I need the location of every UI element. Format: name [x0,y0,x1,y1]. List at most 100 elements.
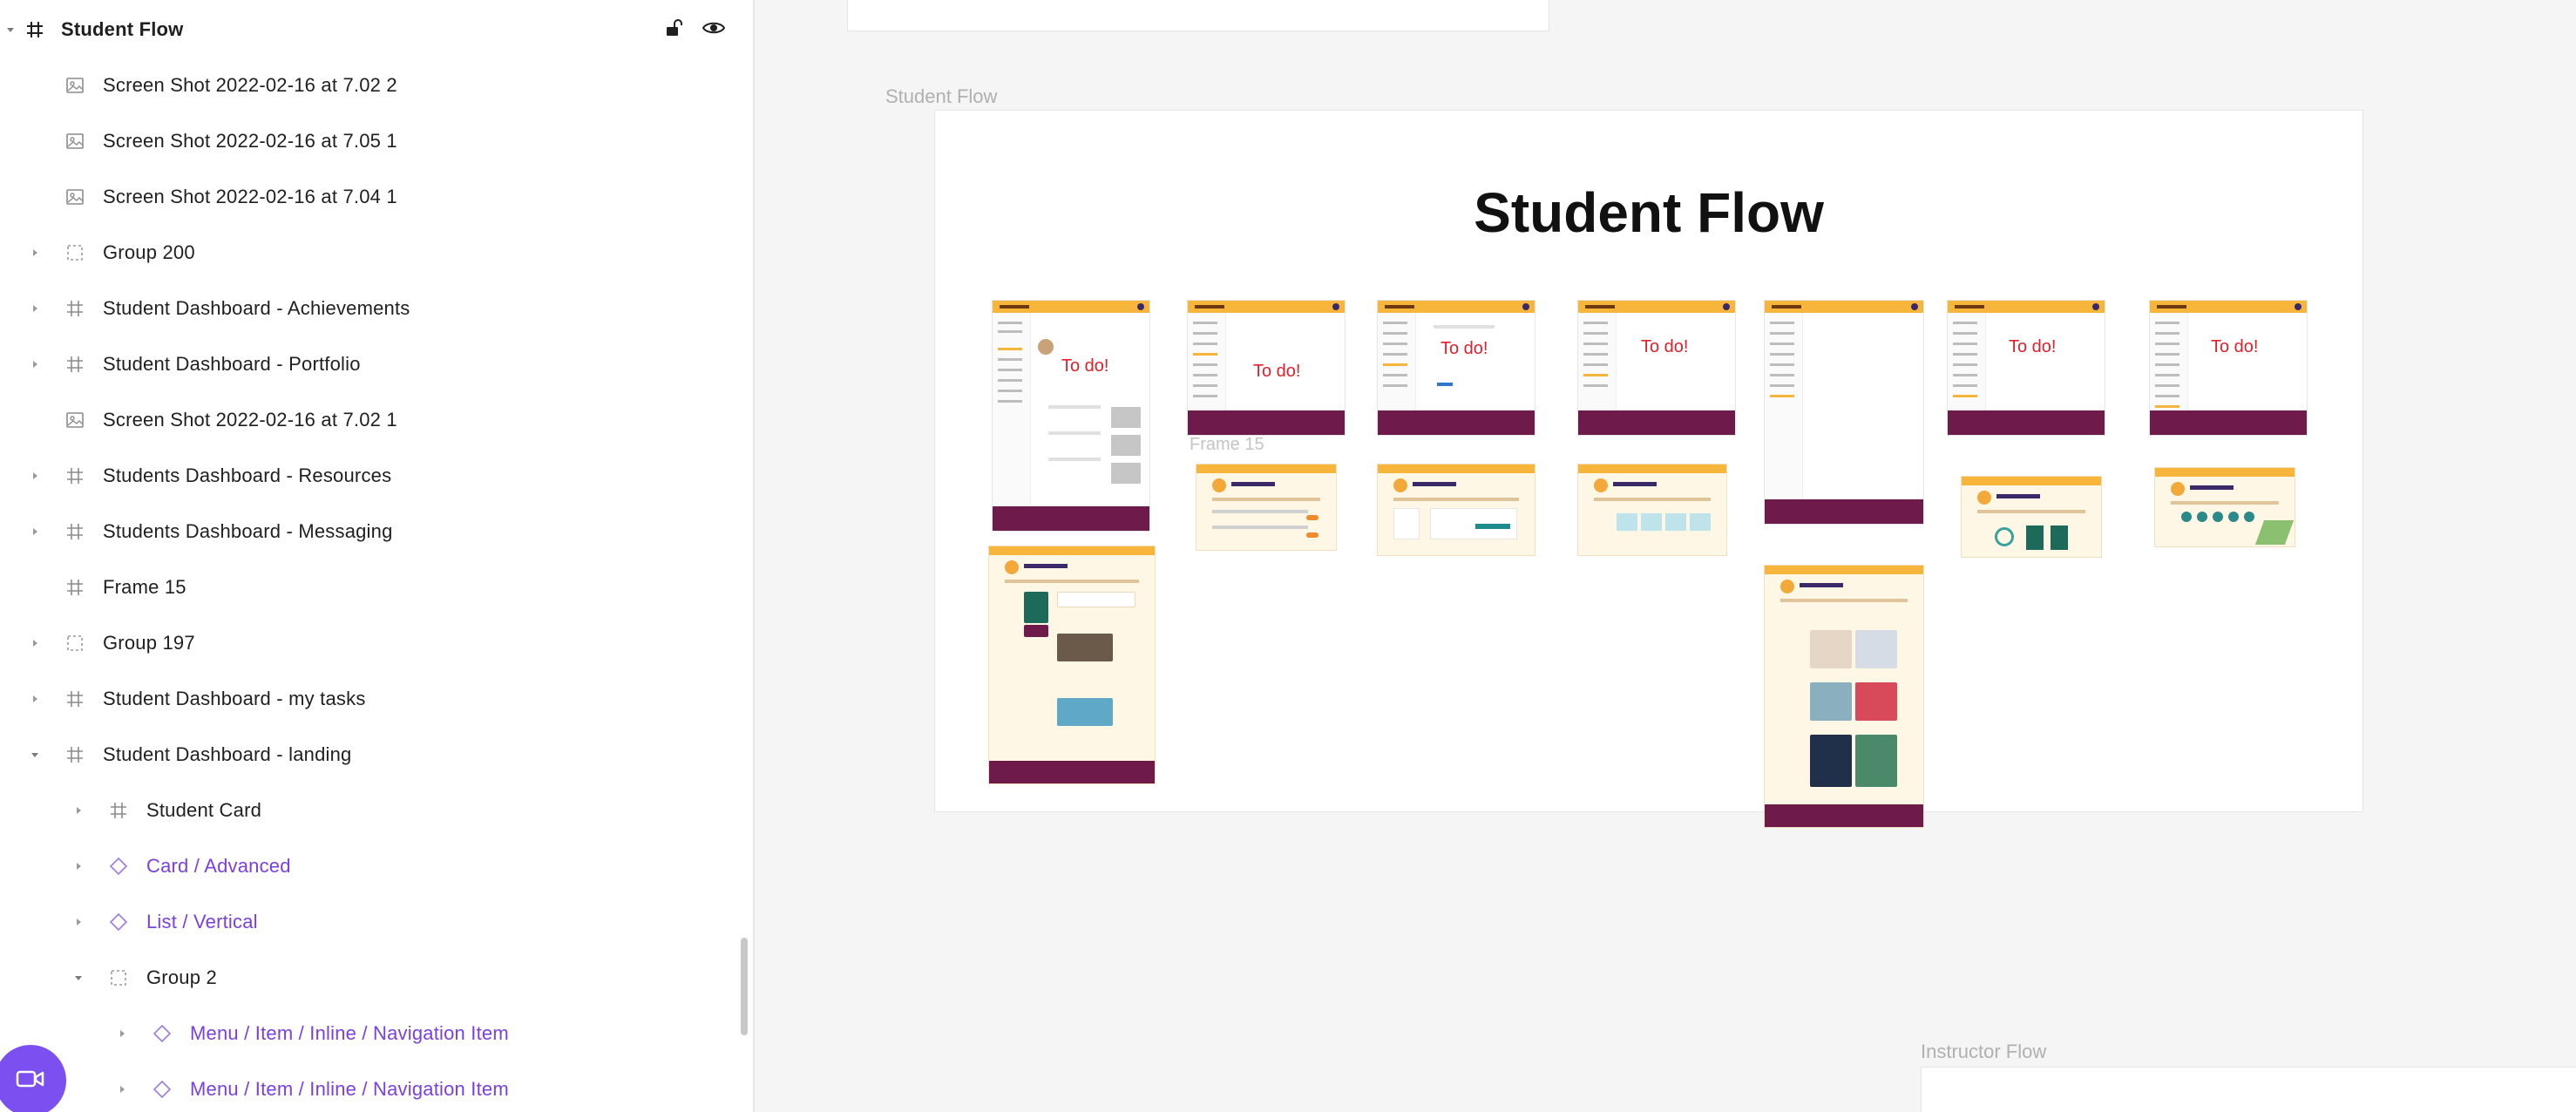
dashboard-mockup-badges[interactable] [2155,468,2295,546]
todo-annotation: To do! [1441,339,1488,358]
chevron-right-icon[interactable] [26,690,44,708]
layer-label: Card / Advanced [146,855,291,877]
unlock-icon[interactable] [664,18,683,42]
chevron-right-icon[interactable] [26,523,44,540]
figma-editor: Student Flow Screen Shot 2022-02-16 at 7… [0,0,2576,1112]
screen-thumbnail[interactable] [993,301,1149,531]
dashboard-mockup-portfolio[interactable] [1765,566,1923,827]
dashboard-mockup-my-tasks[interactable] [1196,464,1336,550]
layer-row[interactable]: Group 2 [0,950,751,1006]
layer-row-student-flow[interactable]: Student Flow [0,2,751,58]
dashboard-mockup-resources[interactable] [1578,464,1726,555]
chevron-right-icon[interactable] [113,1025,131,1042]
frame-hash-icon [63,519,87,544]
screen-thumbnail[interactable] [1378,301,1535,435]
chevron-right-icon[interactable] [26,634,44,652]
group-icon [63,241,87,265]
instructor-flow-frame[interactable] [1921,1067,2576,1112]
chevron-down-icon[interactable] [26,746,44,763]
layer-label: Screen Shot 2022-02-16 at 7.02 1 [103,409,397,431]
layer-row[interactable]: Group 197 [0,615,751,671]
layer-row[interactable]: Student Card [0,783,751,838]
layer-label: Student Flow [61,18,184,40]
component-instance-icon [106,910,131,934]
image-icon [63,185,87,209]
layer-label: Student Dashboard - Achievements [103,297,410,319]
layer-label: Screen Shot 2022-02-16 at 7.04 1 [103,186,397,207]
chevron-right-icon[interactable] [113,1081,131,1098]
todo-annotation: To do! [2009,337,2057,356]
student-flow-frame[interactable]: Student Flow To do! To do! To do! To do!… [934,110,2363,827]
chevron-right-icon[interactable] [70,802,87,819]
frame-hash-icon [63,687,87,711]
screen-thumbnail[interactable] [1948,301,2105,435]
todo-annotation: To do! [1061,356,1109,376]
layer-row[interactable]: Screen Shot 2022-02-16 at 7.04 1 [0,169,751,225]
frame-hash-icon [23,17,47,42]
chevron-right-icon[interactable] [70,858,87,875]
layer-row[interactable]: Student Dashboard - landing [0,727,751,783]
screen-thumbnail[interactable] [2150,301,2307,435]
dashboard-mockup-achievements[interactable] [1962,477,2101,557]
layer-label: Group 2 [146,966,217,988]
image-icon [63,73,87,98]
layer-label: Menu / Item / Inline / Navigation Item [190,1022,509,1044]
page-title: Student Flow [1474,181,1824,244]
layer-row[interactable]: Student Dashboard - my tasks [0,671,751,727]
layer-row[interactable]: Frame 15 [0,559,751,615]
layer-row[interactable]: Student Dashboard - Portfolio [0,336,751,392]
group-icon [106,966,131,990]
frame-label-instructor-flow[interactable]: Instructor Flow [1921,1041,2046,1063]
layer-row[interactable]: Screen Shot 2022-02-16 at 7.02 2 [0,58,751,113]
layer-row[interactable]: Card / Advanced [0,838,751,894]
layer-label: Group 197 [103,632,195,654]
layer-label: Menu / Item / Inline / Navigation Item [190,1078,509,1100]
layer-row[interactable]: Group 200 [0,225,751,281]
layer-label: Student Dashboard - landing [103,743,352,765]
chevron-down-icon[interactable] [2,21,19,38]
chevron-down-icon[interactable] [70,969,87,987]
layer-label: Screen Shot 2022-02-16 at 7.02 2 [103,74,397,96]
frame-hash-icon [63,575,87,600]
layer-label: Screen Shot 2022-02-16 at 7.05 1 [103,130,397,152]
todo-annotation: To do! [2211,337,2259,356]
eye-icon[interactable] [702,18,726,42]
layers-panel: Student Flow Screen Shot 2022-02-16 at 7… [0,0,755,1112]
chevron-right-icon[interactable] [26,356,44,373]
layer-label: Group 200 [103,241,195,263]
layer-label: List / Vertical [146,911,258,932]
layer-label: Frame 15 [103,576,186,598]
layer-row[interactable]: Students Dashboard - Messaging [0,504,751,559]
dashboard-mockup-messaging[interactable] [1378,464,1535,555]
todo-annotation: To do! [1253,362,1301,381]
frame-hash-icon [106,798,131,823]
frame-hash-icon [63,742,87,767]
layers-scrollbar[interactable] [741,938,748,1035]
screen-thumbnail[interactable] [1765,301,1923,524]
frame-label-student-flow[interactable]: Student Flow [885,85,997,108]
layer-label: Student Dashboard - my tasks [103,688,366,709]
layer-label: Students Dashboard - Messaging [103,520,393,542]
chevron-right-icon[interactable] [26,467,44,485]
layer-row[interactable]: Menu / Item / Inline / Navigation Item [0,1006,751,1061]
design-canvas[interactable]: Student Flow Student Flow To do! To do! … [756,0,2576,1112]
component-instance-icon [150,1077,174,1102]
layer-row[interactable]: Students Dashboard - Resources [0,448,751,504]
layer-row[interactable]: List / Vertical [0,894,751,950]
screen-thumbnail[interactable] [1578,301,1735,435]
layer-row[interactable]: Menu / Item / Inline / Navigation Item [0,1061,751,1112]
frame-hash-icon [63,352,87,376]
layer-row[interactable]: Screen Shot 2022-02-16 at 7.05 1 [0,113,751,169]
chevron-right-icon[interactable] [26,244,44,261]
video-camera-icon [16,1068,45,1094]
layer-label: Student Card [146,799,262,821]
chevron-right-icon[interactable] [70,913,87,931]
frame-partial-top[interactable] [847,0,1549,31]
component-instance-icon [150,1021,174,1046]
frame-label-frame-15[interactable]: Frame 15 [1190,435,1264,455]
todo-annotation: To do! [1641,337,1689,356]
dashboard-mockup-landing[interactable] [989,546,1155,783]
layer-row[interactable]: Screen Shot 2022-02-16 at 7.02 1 [0,392,751,448]
chevron-right-icon[interactable] [26,300,44,317]
layer-row[interactable]: Student Dashboard - Achievements [0,281,751,336]
